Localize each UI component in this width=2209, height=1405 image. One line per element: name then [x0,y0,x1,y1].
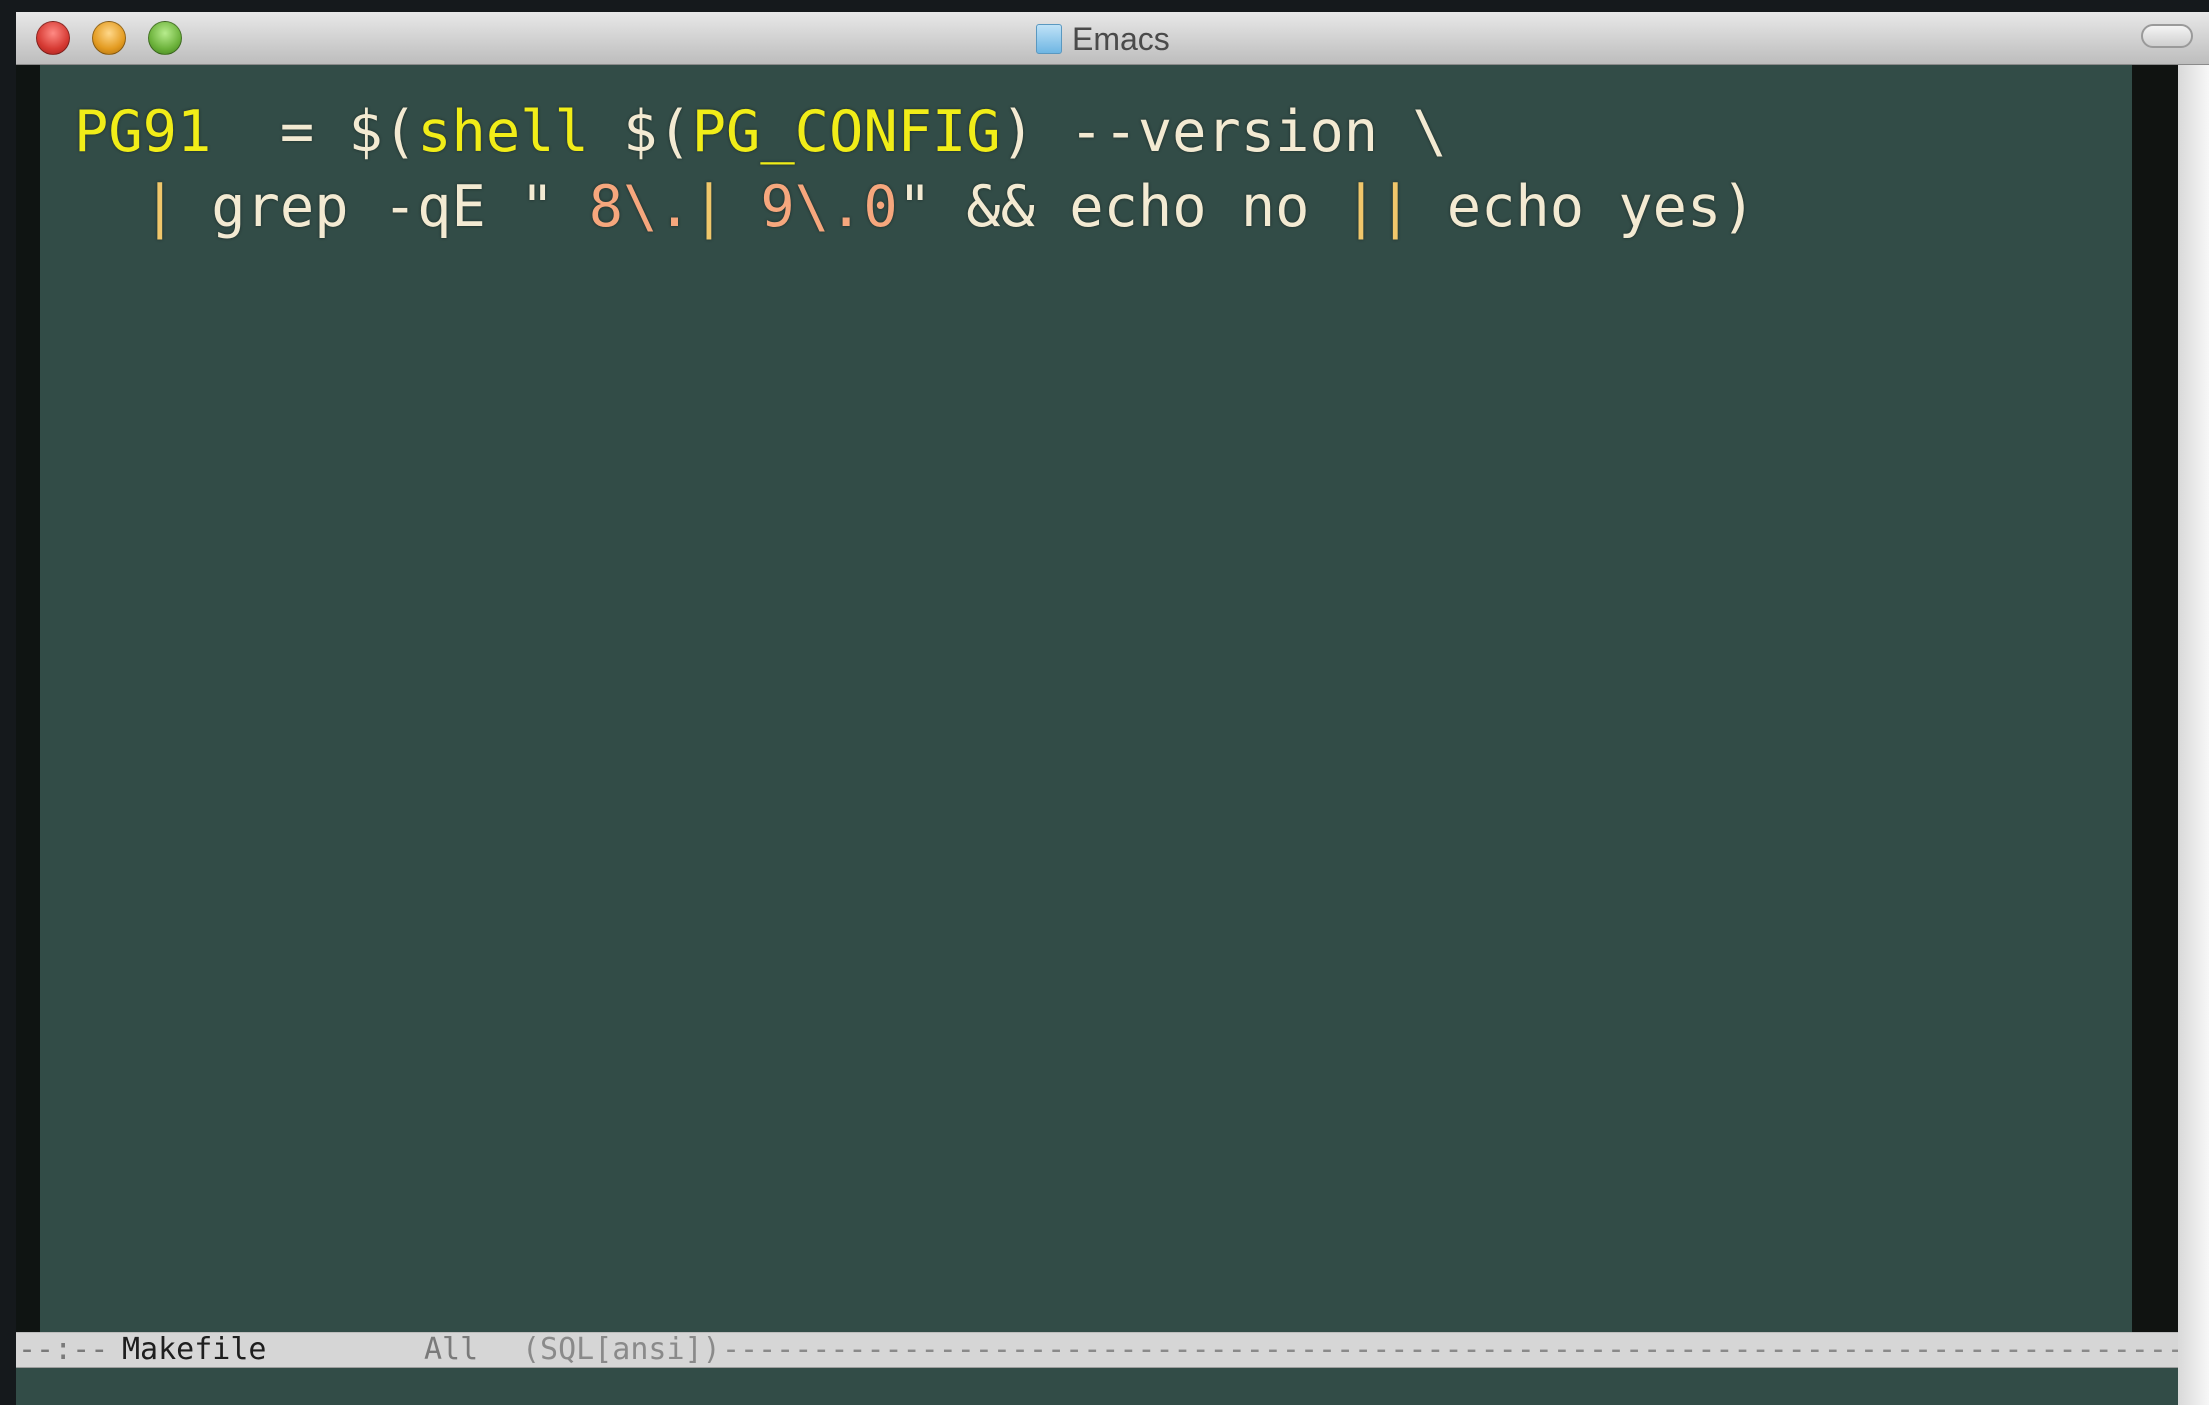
zoom-icon[interactable] [148,21,182,55]
vertical-scrollbar[interactable] [2178,65,2209,1405]
emacs-window: Emacs PG91 = $(shell $(PG_CONFIG) --vers… [16,12,2209,1405]
code-line-1: PG91 = $(shell $(PG_CONFIG) --version \ [74,94,1447,170]
regex-string-1: 8\. [554,174,692,240]
toolbar-toggle-button[interactable] [2141,24,2193,48]
left-fringe [16,65,40,1332]
right-fringe [2132,65,2178,1332]
regex-alternation: | [691,174,727,240]
major-mode: (SQL[ansi]) [522,1332,721,1367]
title-bar[interactable]: Emacs [16,12,2209,65]
pipe-operator: | [142,174,177,240]
buffer-position: All [424,1332,479,1367]
shell-keyword: shell [417,99,589,165]
code-line-2: | grep -qE " 8\.| 9\.0" && echo no || ec… [74,169,1756,245]
regex-string-2: 9\.0 [726,174,898,240]
variable-name: PG91 [74,99,212,165]
mode-line: --:-- Makefile All (SQL[ansi]) ---------… [16,1332,2178,1368]
minimize-icon[interactable] [92,21,126,55]
or-operator: || [1343,174,1413,240]
echo-no: " && echo no [897,174,1344,240]
echo-yes: echo yes) [1412,174,1756,240]
grep-command: grep -qE " [176,174,555,240]
mode-line-dashes: ----------------------------------------… [722,1332,2178,1367]
close-icon[interactable] [36,21,70,55]
window-title-group: Emacs [1036,20,1170,57]
assignment-operator: = $( [211,99,418,165]
mode-line-flags: --:-- [18,1332,109,1367]
pg-config-variable: PG_CONFIG [691,99,1001,165]
document-icon [1036,24,1062,54]
buffer-name: Makefile [122,1332,267,1367]
dollar-paren: $( [588,99,692,165]
editor-buffer[interactable]: PG91 = $(shell $(PG_CONFIG) --version \ … [40,65,2132,1332]
window-title: Emacs [1072,20,1170,57]
version-flag: ) --version \ [1000,99,1447,165]
minibuffer[interactable] [16,1368,2178,1405]
